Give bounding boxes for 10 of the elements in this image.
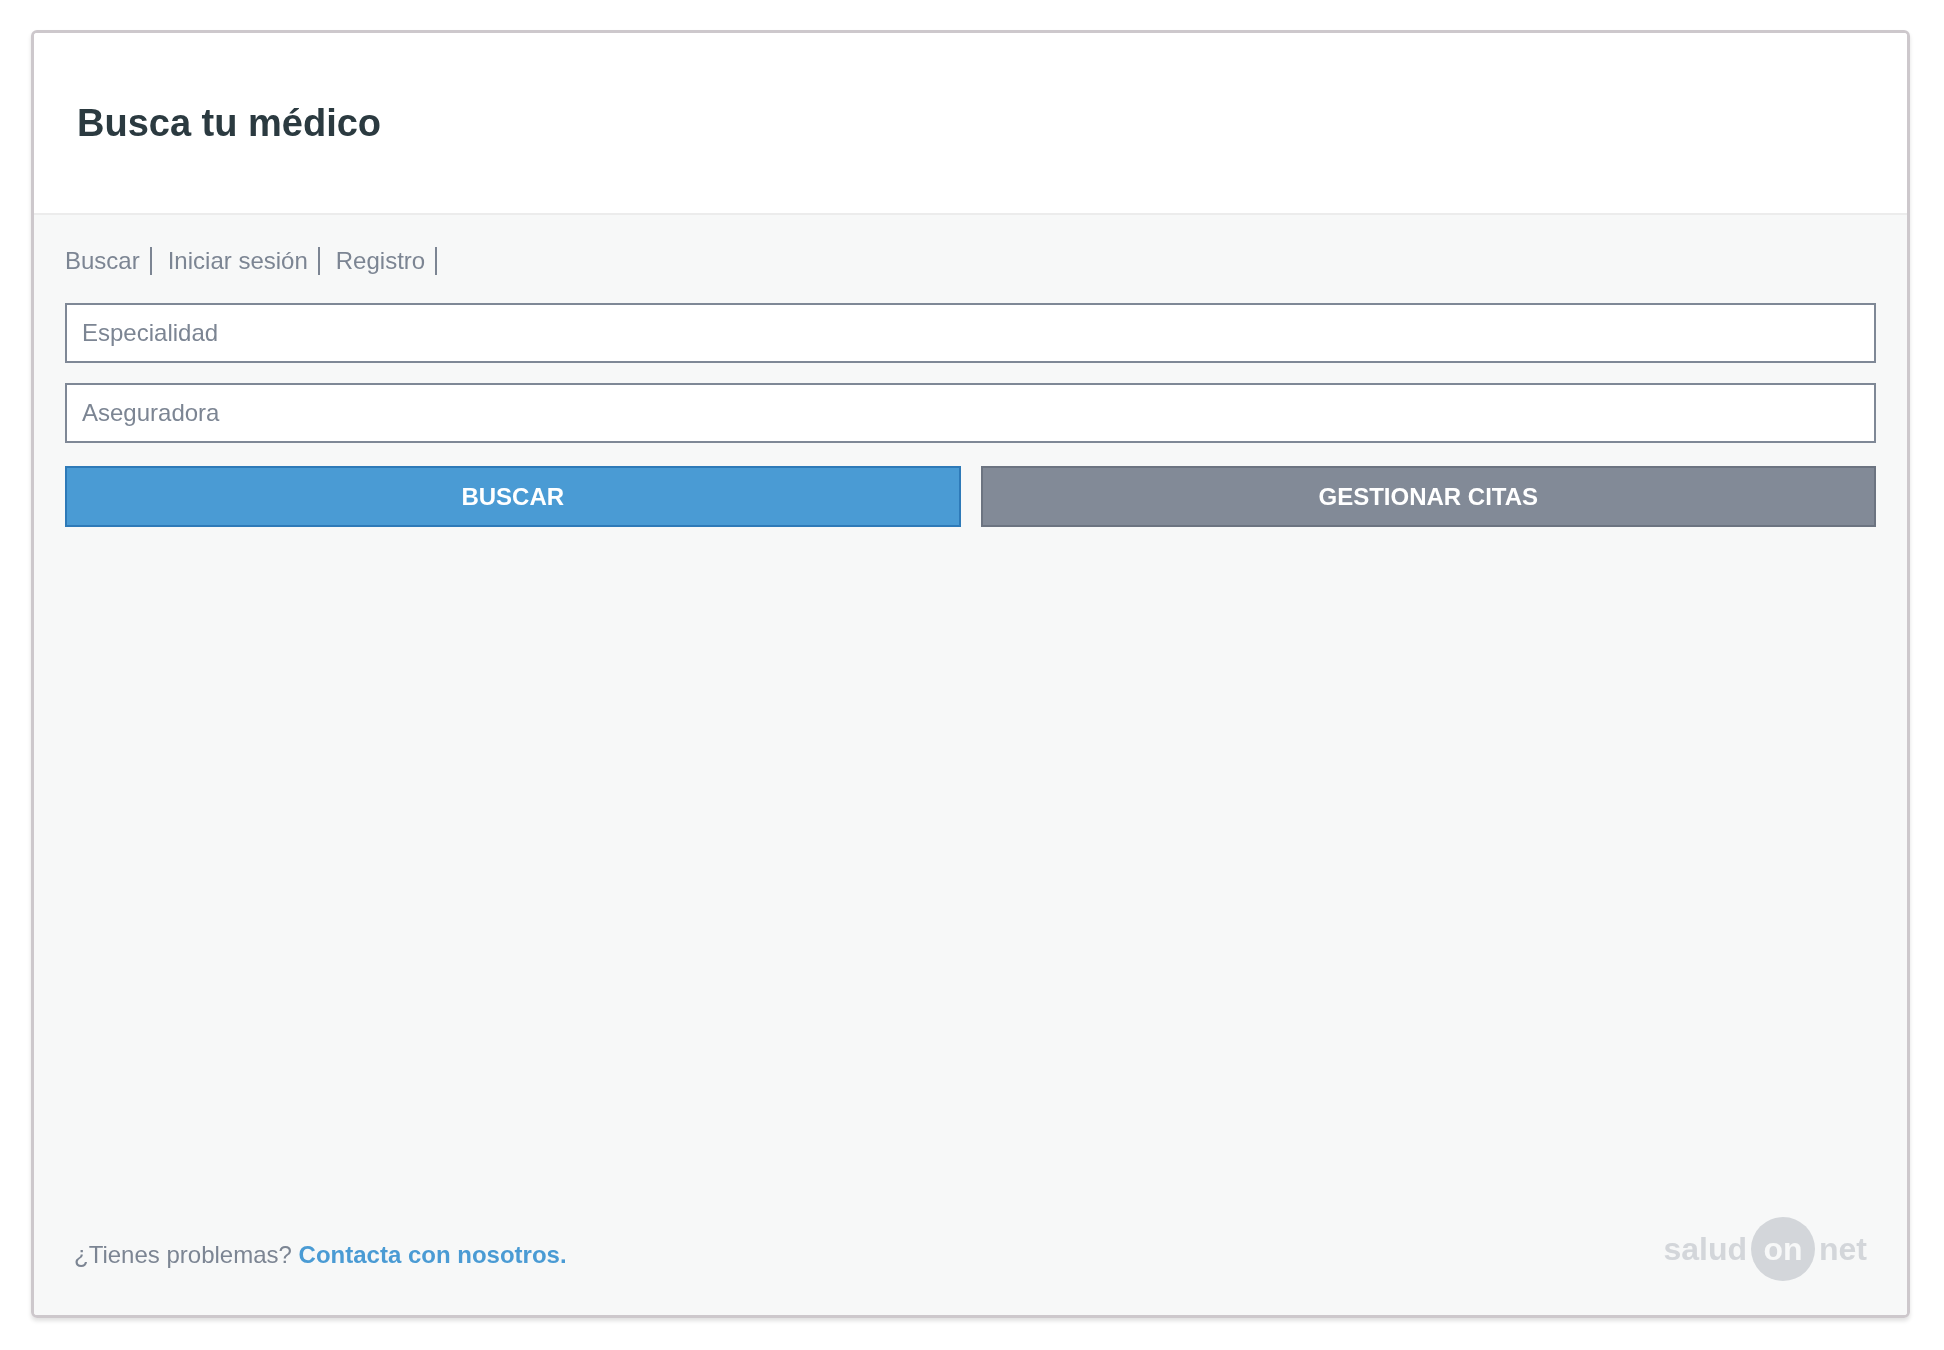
- contact-link[interactable]: Contacta con nosotros.: [298, 1241, 567, 1268]
- page-title: Busca tu médico: [77, 101, 382, 145]
- input-field[interactable]: Especialidad: [65, 303, 1876, 363]
- manage-button[interactable]: GESTIONAR CITAS: [980, 466, 1876, 527]
- nav-link[interactable]: Buscar: [65, 247, 152, 275]
- search-button[interactable]: BUSCAR: [65, 466, 961, 527]
- input-field[interactable]: Aseguradora: [65, 383, 1876, 443]
- nav-link[interactable]: Iniciar sesión: [167, 247, 320, 275]
- nav-link[interactable]: Registro: [335, 247, 438, 275]
- help-text: ¿Tienes problemas? Contacta con nosotros.: [74, 1241, 567, 1269]
